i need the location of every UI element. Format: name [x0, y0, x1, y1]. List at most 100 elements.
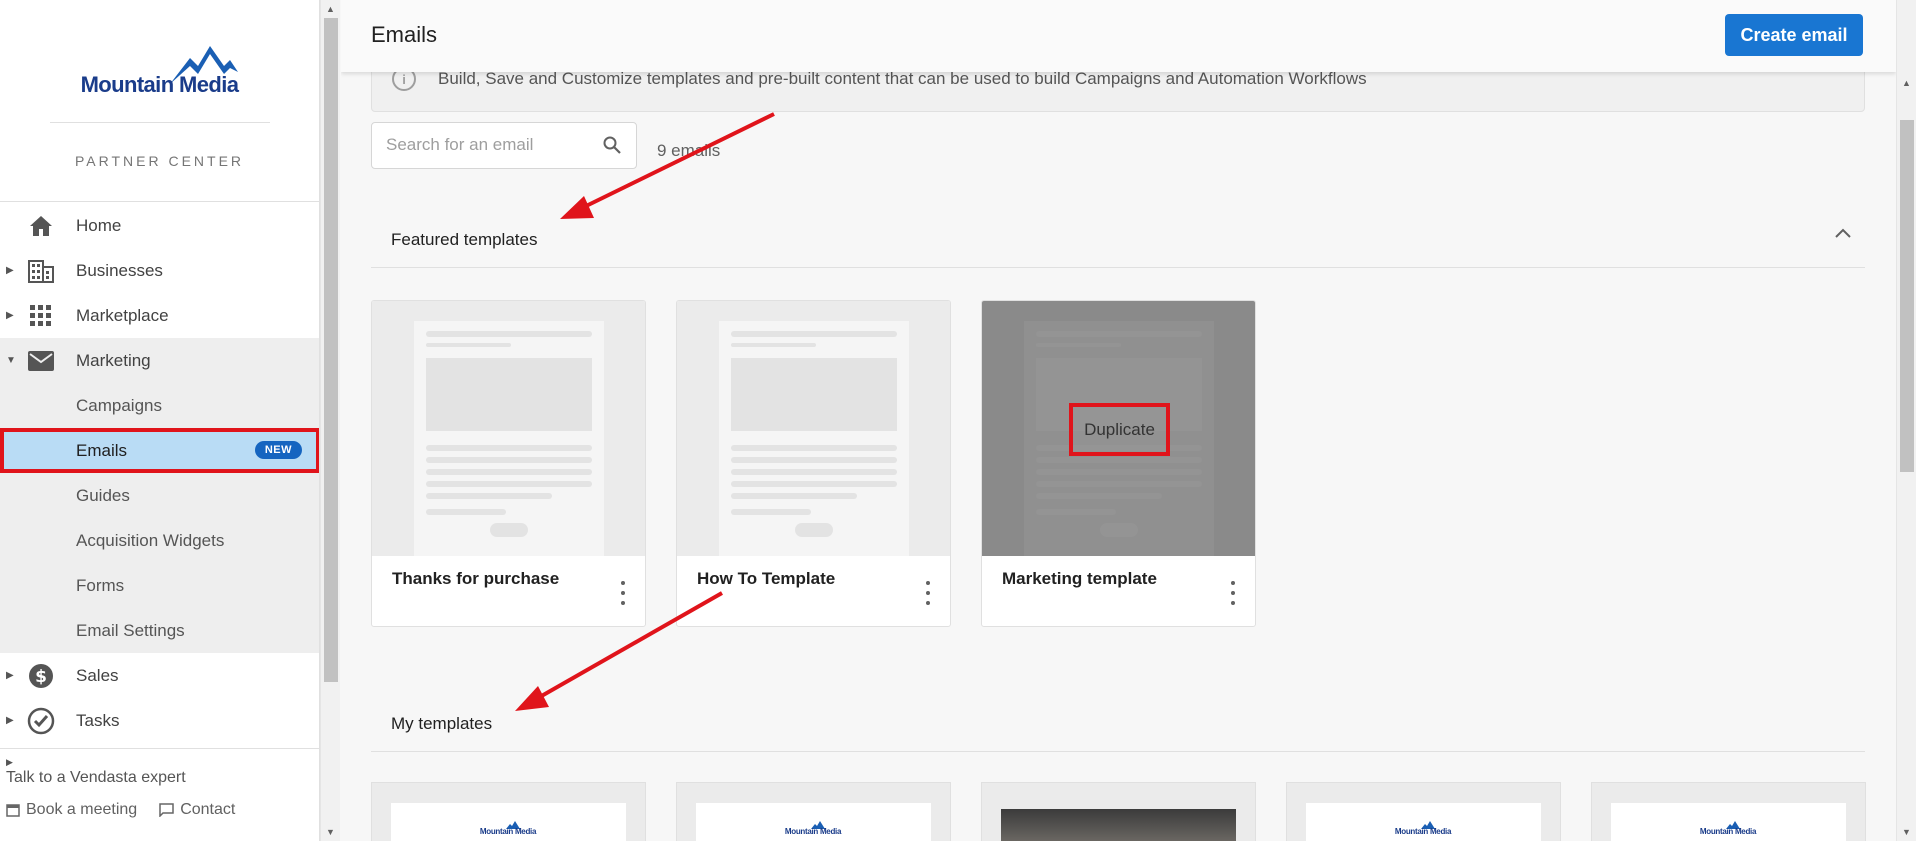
more-options-icon[interactable] [922, 581, 934, 605]
sidebar-item-label: Businesses [76, 260, 163, 280]
sidebar-subitem-emails[interactable]: Emails NEW [0, 428, 319, 473]
partner-center-label: PARTNER CENTER [74, 153, 245, 169]
main-scrollbar[interactable]: ▲ ▼ [1896, 0, 1916, 841]
more-options-icon[interactable] [1227, 581, 1239, 605]
sidebar-subitem-label: Acquisition Widgets [76, 530, 225, 550]
brand-block: Mountain Media PARTNER CENTER [0, 0, 319, 202]
sidebar-item-label: Sales [76, 665, 119, 685]
my-template-card[interactable]: Mountain Media [1591, 782, 1866, 841]
sidebar-subitem-label: Forms [76, 575, 125, 595]
template-card[interactable]: Thanks for purchase [371, 300, 646, 627]
template-thumbnail[interactable] [372, 301, 645, 556]
page-title: Emails [371, 22, 438, 47]
thumbnail-logo: Mountain Media [1696, 821, 1760, 836]
sidebar-item-tasks[interactable]: ▶ Tasks [0, 698, 319, 743]
sidebar-subitem-forms[interactable]: Forms [0, 563, 319, 608]
dollar-icon: $ [26, 661, 56, 691]
sidebar-subitem-label: Email Settings [76, 620, 185, 640]
expand-caret-icon[interactable]: ▶ [6, 757, 13, 768]
search-input[interactable] [386, 135, 586, 155]
sidebar-item-home[interactable]: Home [0, 203, 319, 248]
building-icon [26, 256, 56, 286]
mail-icon [26, 346, 56, 376]
sidebar-subitem-label: Emails [76, 440, 128, 460]
thumbnail-logo: Mountain Media [1391, 821, 1455, 836]
main-scroll-thumb[interactable] [1900, 120, 1914, 472]
sidebar-subitem-email-settings[interactable]: Email Settings [0, 608, 319, 653]
expand-caret-icon[interactable]: ▶ [6, 715, 16, 726]
template-thumbnail[interactable]: Mountain Media [391, 803, 626, 841]
expand-caret-icon[interactable]: ▶ [6, 670, 16, 681]
template-thumbnail[interactable]: Mountain Media [1306, 803, 1541, 841]
template-thumbnail[interactable]: Mountain Media [696, 803, 931, 841]
more-options-icon[interactable] [617, 581, 629, 605]
template-name: Thanks for purchase [392, 569, 560, 588]
home-icon [26, 211, 56, 241]
book-meeting-link[interactable]: Book a meeting [6, 801, 137, 819]
calendar-icon [6, 804, 20, 817]
sidebar-item-sales[interactable]: ▶ $ Sales [0, 653, 319, 698]
my-templates-header[interactable]: My templates [371, 692, 1865, 752]
sidebar-nav: Home ▶ Businesses ▶ Marketplace ▼ Market… [0, 203, 319, 743]
sidebar-footer: ▶ Talk to a Vendasta expert Book a meeti… [0, 748, 319, 841]
collapse-caret-icon[interactable]: ▼ [6, 355, 16, 366]
sidebar-item-marketplace[interactable]: ▶ Marketplace [0, 293, 319, 338]
search-icon[interactable] [602, 135, 622, 155]
template-card[interactable]: How To Template [676, 300, 951, 627]
main-content: Emails Create email i Build, Save and Cu… [341, 0, 1896, 841]
duplicate-button[interactable]: Duplicate [1069, 403, 1170, 456]
template-thumbnail[interactable] [677, 301, 950, 556]
my-template-card[interactable]: Mountain Media [676, 782, 951, 841]
email-count: 9 emails [657, 141, 721, 160]
thumbnail-logo: Mountain Media [476, 821, 540, 836]
thumbnail-logo: Mountain Media [781, 821, 845, 836]
my-template-card[interactable]: Mountain Media [371, 782, 646, 841]
chat-icon [159, 803, 174, 817]
section-title: Featured templates [391, 230, 538, 249]
sidebar-subitem-label: Guides [76, 485, 130, 505]
template-name: Marketing template [1002, 569, 1157, 588]
brand-name: Mountain Media [80, 72, 239, 97]
sidebar-item-label: Marketplace [76, 305, 169, 325]
check-circle-icon [26, 706, 56, 736]
scroll-up-arrow-icon[interactable]: ▲ [1902, 78, 1911, 88]
sidebar-item-label: Home [76, 215, 122, 235]
template-thumbnail[interactable]: Duplicate [982, 301, 1255, 556]
expand-caret-icon[interactable]: ▶ [6, 310, 16, 321]
book-meeting-label: Book a meeting [26, 801, 138, 818]
create-email-button[interactable]: Create email [1725, 14, 1863, 56]
sidebar-item-label: Marketing [76, 350, 151, 370]
svg-text:$: $ [35, 667, 47, 687]
my-template-card[interactable] [981, 782, 1256, 841]
expand-caret-icon[interactable]: ▶ [6, 265, 16, 276]
template-photo-thumbnail[interactable] [1001, 809, 1236, 841]
sidebar-subitem-campaigns[interactable]: Campaigns [0, 383, 319, 428]
sidebar-item-marketing[interactable]: ▼ Marketing [0, 338, 319, 383]
template-thumbnail[interactable]: Mountain Media [1611, 803, 1846, 841]
brand-logo[interactable]: Mountain Media [70, 44, 250, 104]
template-name: How To Template [697, 569, 836, 588]
sidebar-subitem-acquisition-widgets[interactable]: Acquisition Widgets [0, 518, 319, 563]
page-header: Emails Create email [341, 0, 1896, 72]
apps-grid-icon [26, 301, 56, 331]
scroll-down-arrow-icon[interactable]: ▼ [1902, 827, 1911, 837]
scroll-up-arrow-icon[interactable]: ▲ [326, 4, 335, 14]
contact-link[interactable]: Contact [159, 801, 235, 819]
expert-label: Talk to a Vendasta expert [6, 769, 186, 786]
scroll-down-arrow-icon[interactable]: ▼ [326, 827, 335, 837]
template-card[interactable]: Duplicate Marketing template [981, 300, 1256, 627]
new-badge: NEW [254, 441, 302, 459]
template-preview [414, 321, 604, 556]
sidebar-item-businesses[interactable]: ▶ Businesses [0, 248, 319, 293]
marketing-group: ▼ Marketing Campaigns Emails NEW Guides … [0, 338, 319, 653]
chevron-up-icon[interactable] [1835, 228, 1851, 238]
contact-label: Contact [180, 801, 236, 818]
sidebar-subitem-label: Campaigns [76, 395, 162, 415]
sidebar-scrollbar[interactable]: ▲ ▼ [320, 0, 340, 841]
my-template-card[interactable]: Mountain Media [1286, 782, 1561, 841]
featured-templates-header[interactable]: Featured templates [371, 208, 1865, 268]
sidebar: Mountain Media PARTNER CENTER Home ▶ Bus… [0, 0, 320, 841]
sidebar-subitem-guides[interactable]: Guides [0, 473, 319, 518]
sidebar-scroll-thumb[interactable] [324, 18, 338, 682]
template-preview [719, 321, 909, 556]
